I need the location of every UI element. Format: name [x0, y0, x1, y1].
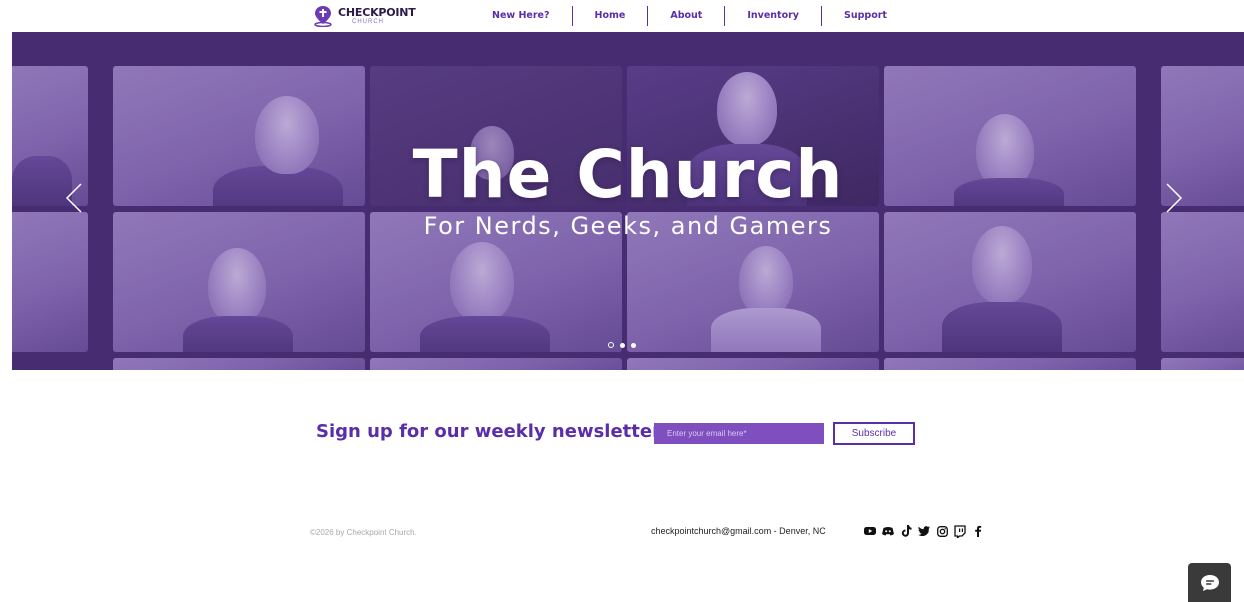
nav-support[interactable]: Support — [822, 6, 909, 26]
map-pin-cross-icon — [314, 6, 332, 27]
subscribe-button[interactable]: Subscribe — [833, 422, 915, 445]
nav-inventory[interactable]: Inventory — [725, 6, 822, 26]
logo-title: CHECKPOINT — [338, 6, 416, 19]
slide-dot-2[interactable] — [620, 342, 625, 348]
email-input[interactable] — [654, 423, 824, 444]
slide-dot-1[interactable] — [608, 342, 614, 348]
social-links — [864, 524, 984, 538]
nav-new-here[interactable]: New Here? — [470, 6, 573, 26]
hero-title: The Church — [412, 136, 844, 213]
slideshow-prev-arrow-icon[interactable] — [64, 182, 84, 214]
newsletter-heading: Sign up for our weekly newsletter. — [316, 421, 666, 442]
copyright-text: ©2026 by Checkpoint Church. — [310, 528, 417, 537]
hero-subtitle: For Nerds, Geeks, and Gamers — [423, 212, 833, 240]
main-navigation: New Here? Home About Inventory Support — [470, 0, 909, 32]
logo-subtitle: CHURCH — [352, 19, 384, 25]
checkpoint-church-logo[interactable]: CHECKPOINT CHURCH — [312, 4, 416, 28]
site-header: CHECKPOINT CHURCH New Here? Home About I… — [0, 0, 1244, 32]
slideshow-pagination — [608, 342, 636, 348]
discord-icon[interactable] — [882, 524, 894, 538]
tiktok-icon[interactable] — [900, 524, 912, 538]
chat-button[interactable] — [1188, 563, 1231, 602]
instagram-icon[interactable] — [936, 524, 948, 538]
nav-home[interactable]: Home — [573, 6, 649, 26]
slide-dot-3[interactable] — [631, 342, 636, 348]
slideshow-next-arrow-icon[interactable] — [1164, 182, 1184, 214]
twitter-icon[interactable] — [918, 524, 930, 538]
hero-slideshow[interactable]: The Church For Nerds, Geeks, and Gamers — [12, 32, 1244, 370]
youtube-icon[interactable] — [864, 524, 876, 538]
nav-about[interactable]: About — [648, 6, 726, 26]
contact-info: checkpointchurch@gmail.com - Denver, NC — [651, 526, 826, 536]
facebook-icon[interactable] — [972, 524, 984, 538]
chat-bubble-icon — [1200, 574, 1219, 591]
twitch-icon[interactable] — [954, 524, 966, 538]
